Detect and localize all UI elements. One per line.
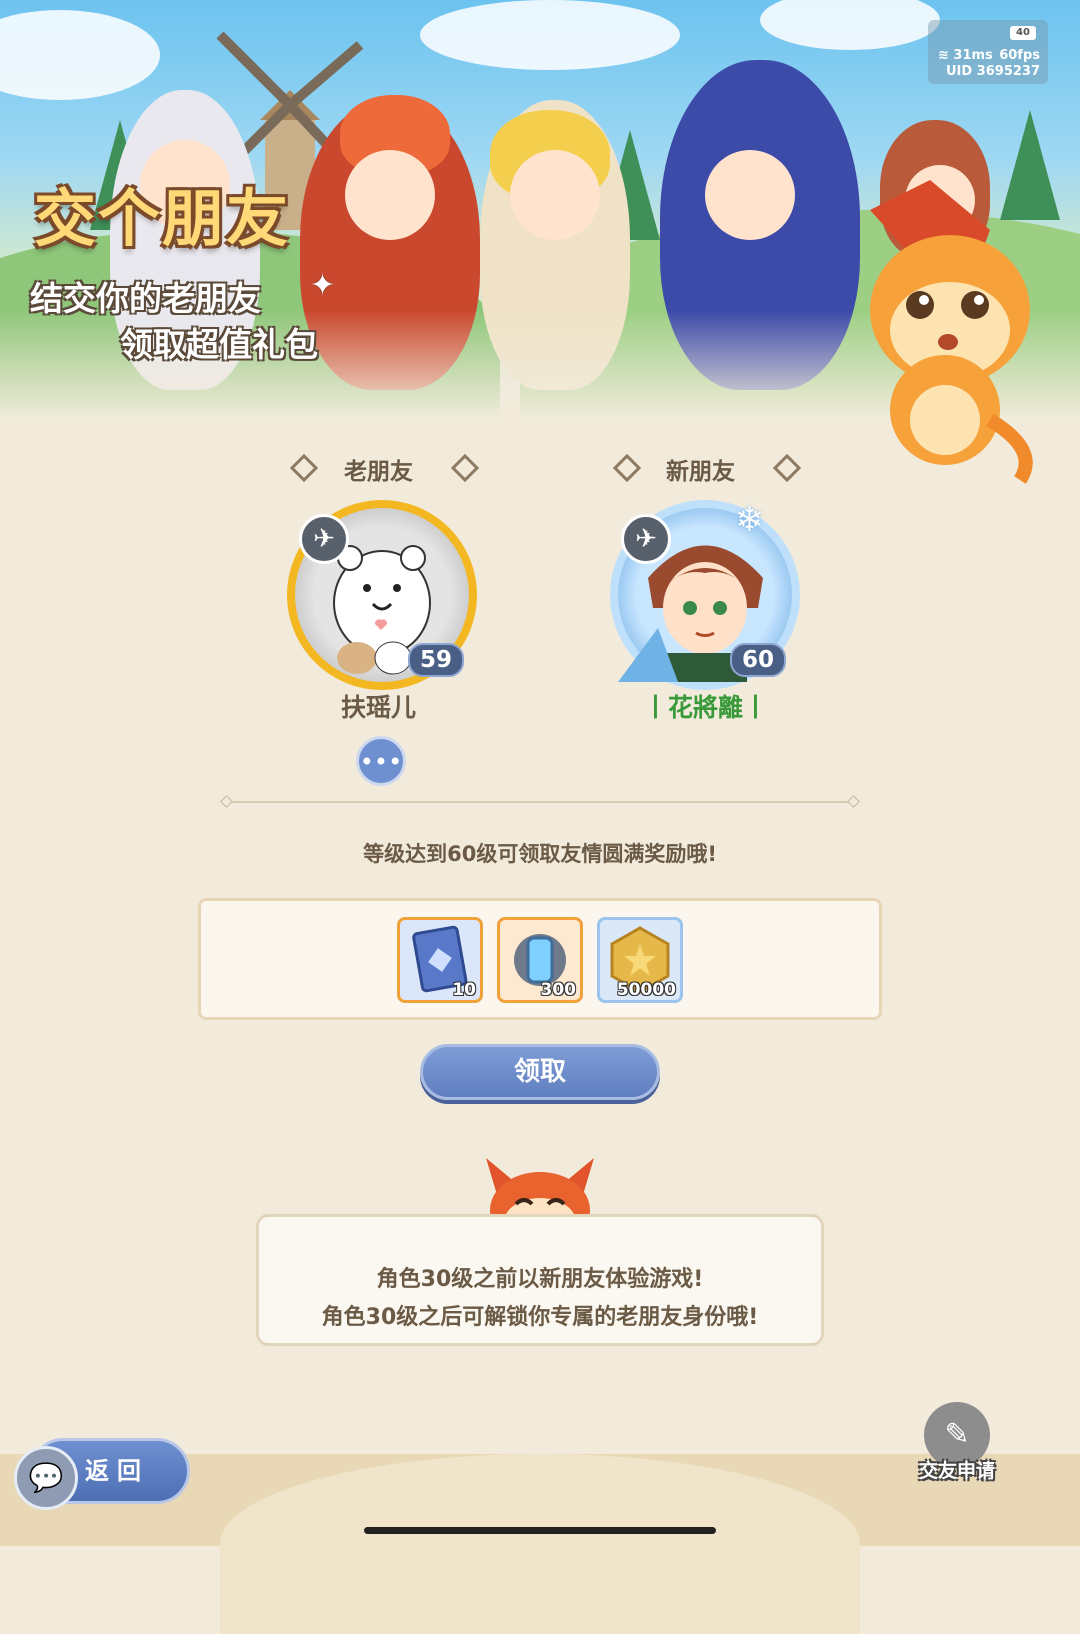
uid-readout: UID 3695237	[945, 64, 1040, 79]
back-label: 返回	[85, 1457, 149, 1485]
new-friend-label: 新朋友	[666, 459, 735, 485]
page-title: 交个朋友	[34, 182, 291, 255]
airplane-icon: ✈	[621, 514, 671, 564]
character-face	[705, 150, 795, 240]
character-face	[345, 150, 435, 240]
subtitle-line2: 领取超值礼包	[120, 325, 318, 364]
reward-item-gear-canister[interactable]: 300	[497, 917, 583, 1003]
cloud	[0, 10, 160, 100]
reward-count: 50000	[616, 980, 676, 1000]
subtitle-line1: 结交你的老朋友	[30, 279, 261, 318]
friend-request-label[interactable]: 交友申请	[900, 1456, 1014, 1483]
section-divider	[228, 801, 852, 803]
ornament-diamond	[772, 453, 802, 483]
chat-button[interactable]: •••	[356, 736, 406, 786]
ornament-diamond	[612, 453, 642, 483]
airplane-icon: ✈	[299, 514, 349, 564]
new-friend-level-badge: 60	[730, 643, 786, 677]
ping-value: 31ms	[953, 48, 993, 63]
ping-readout: ≋ 31ms	[938, 48, 993, 63]
snowflake-icon: ❄	[735, 500, 764, 540]
chat-bubble-icon[interactable]: 💬	[14, 1446, 78, 1510]
tip-line1: 角色30级之前以新朋友体验游戏!	[376, 1267, 704, 1292]
reward-count: 10	[452, 980, 476, 1000]
reward-item-gold-coin[interactable]: 50000	[597, 917, 683, 1003]
character-face	[510, 150, 600, 240]
reward-panel: 10 300 50000	[198, 898, 882, 1020]
old-friend-label: 老朋友	[344, 459, 413, 485]
old-friend-name: 扶瑶儿	[341, 693, 417, 722]
tip-line2: 角色30级之后可解锁你专属的老朋友身份哦!	[321, 1305, 759, 1330]
cloud	[760, 0, 940, 50]
bottom-ornament	[220, 1454, 860, 1634]
speech-bubble-icon: •••	[359, 748, 403, 776]
battery-icon: 40	[1010, 26, 1036, 40]
ornament-diamond	[289, 453, 319, 483]
wifi-icon: ≋	[938, 48, 954, 63]
status-overlay: 40 ≋ 31ms 60fps UID 3695237	[928, 20, 1048, 84]
new-friend-name: 丨花將離丨	[643, 693, 769, 722]
reward-item-card[interactable]: 10	[397, 917, 483, 1003]
tip-panel: 角色30级之前以新朋友体验游戏! 角色30级之后可解锁你专属的老朋友身份哦!	[256, 1214, 824, 1346]
reward-notice: 等级达到60级可领取友情圆满奖励哦!	[363, 842, 717, 866]
old-friend-level-badge: 59	[408, 643, 464, 677]
claim-button[interactable]: 领取	[420, 1044, 660, 1100]
home-indicator[interactable]	[364, 1527, 716, 1534]
sparkle-icon: ✦	[310, 268, 336, 303]
cloud	[420, 0, 680, 70]
fox-mascot-illustration	[870, 180, 1033, 484]
reward-count: 300	[540, 980, 577, 1000]
ornament-diamond	[450, 453, 480, 483]
fps-readout: 60fps	[999, 48, 1040, 63]
